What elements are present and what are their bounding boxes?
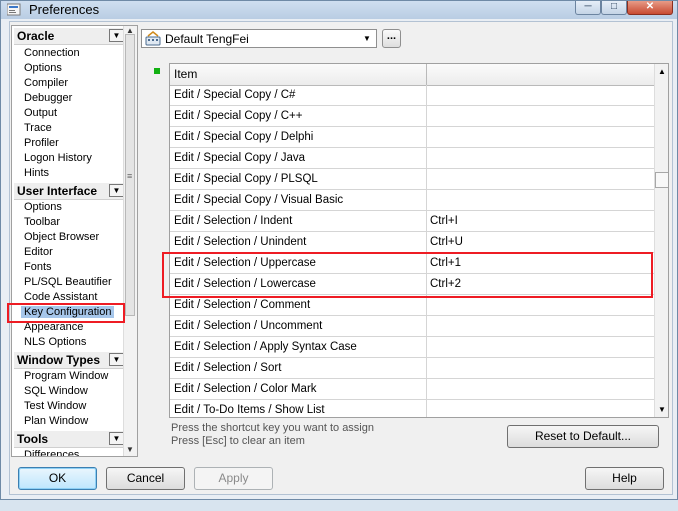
column-header-item[interactable]: Item [174, 67, 197, 81]
profile-select[interactable]: Default TengFei ▼ [141, 29, 377, 48]
cell-item: Edit / Selection / Unindent [174, 236, 307, 248]
nav-group-label: Window Types [17, 353, 101, 367]
table-scrollbar[interactable]: ▲ ▼ [654, 64, 668, 417]
table-row[interactable]: Edit / Selection / Sort [170, 358, 654, 379]
table-row[interactable]: Edit / Special Copy / Visual Basic [170, 190, 654, 211]
preferences-nav[interactable]: Oracle ▼ Connection Options Compiler Deb… [11, 25, 138, 457]
table-row[interactable]: Edit / Special Copy / Delphi [170, 127, 654, 148]
nav-item-options[interactable]: Options [24, 62, 62, 74]
nav-item-output[interactable]: Output [24, 107, 57, 119]
nav-item-hints[interactable]: Hints [24, 167, 49, 179]
cancel-button[interactable]: Cancel [106, 467, 185, 490]
table-row[interactable]: Edit / Special Copy / C# [170, 85, 654, 106]
nav-item-object-browser[interactable]: Object Browser [24, 231, 99, 243]
cell-shortcut[interactable]: Ctrl+I [430, 215, 458, 227]
preferences-window: Preferences ─ □ ✕ Oracle ▼ Connection Op… [0, 0, 678, 500]
reset-to-default-button[interactable]: Reset to Default... [507, 425, 659, 448]
nav-scrollbar[interactable]: ▲ ≡ ▼ [123, 26, 137, 456]
profile-select-value: Default TengFei [165, 32, 249, 46]
nav-item-profiler[interactable]: Profiler [24, 137, 59, 149]
table-header: Item [170, 64, 654, 86]
cell-item: Edit / Special Copy / C# [174, 89, 296, 101]
hint-clear: Press [Esc] to clear an item [171, 435, 305, 447]
nav-item-plan-window[interactable]: Plan Window [24, 415, 88, 427]
apply-button[interactable]: Apply [194, 467, 273, 490]
grip-icon: ≡ [127, 171, 133, 181]
chevron-down-icon[interactable]: ▼ [109, 353, 124, 366]
key-config-table[interactable]: Item Edit / Special Copy / C# Edit / Spec… [169, 63, 669, 418]
chevron-down-icon[interactable]: ▼ [109, 184, 124, 197]
cell-item: Edit / Selection / Indent [174, 215, 293, 227]
maximize-button[interactable]: □ [601, 1, 627, 15]
nav-group-oracle[interactable]: Oracle ▼ [14, 28, 124, 45]
table-row[interactable]: Edit / Special Copy / PLSQL [170, 169, 654, 190]
ok-button[interactable]: OK [18, 467, 97, 490]
nav-item-program-window[interactable]: Program Window [24, 370, 108, 382]
nav-item-nls-options[interactable]: NLS Options [24, 336, 86, 348]
nav-item-code-assistant[interactable]: Code Assistant [24, 291, 97, 303]
background-app-strip [0, 500, 678, 511]
nav-group-label: Oracle [17, 29, 55, 43]
chevron-down-icon[interactable]: ▼ [109, 432, 124, 445]
nav-item-logon-history[interactable]: Logon History [24, 152, 92, 164]
hint-assign: Press the shortcut key you want to assig… [171, 422, 374, 434]
nav-item-differences[interactable]: Differences [24, 449, 79, 456]
cell-item: Edit / Special Copy / Java [174, 152, 306, 164]
app-icon [7, 3, 21, 16]
nav-item-trace[interactable]: Trace [24, 122, 52, 134]
cell-item: Edit / Selection / Uncomment [174, 320, 323, 332]
table-row[interactable]: Edit / Selection / Unindent Ctrl+U [170, 232, 654, 253]
close-button[interactable]: ✕ [627, 1, 673, 15]
nav-item-ui-options[interactable]: Options [24, 201, 62, 213]
cell-shortcut[interactable]: Ctrl+U [430, 236, 463, 248]
table-row[interactable]: Edit / Selection / Comment [170, 295, 654, 316]
nav-item-fonts[interactable]: Fonts [24, 261, 52, 273]
nav-item-toolbar[interactable]: Toolbar [24, 216, 60, 228]
nav-item-sql-window[interactable]: SQL Window [24, 385, 88, 397]
chevron-down-icon[interactable]: ▼ [109, 29, 124, 42]
nav-highlight-box [7, 303, 125, 323]
cell-item: Edit / Selection / Color Mark [174, 383, 317, 395]
nav-group-label: User Interface [17, 184, 98, 198]
nav-item-plsql-beautifier[interactable]: PL/SQL Beautifier [24, 276, 112, 288]
nav-group-label: Tools [17, 432, 49, 446]
help-button[interactable]: Help [585, 467, 664, 490]
nav-group-window-types[interactable]: Window Types ▼ [14, 352, 124, 369]
chevron-down-icon[interactable]: ▼ [360, 30, 374, 47]
scroll-down-icon[interactable]: ▼ [126, 445, 134, 454]
cell-item: Edit / Special Copy / C++ [174, 110, 303, 122]
title-bar[interactable]: Preferences ─ □ ✕ [1, 1, 677, 19]
table-row[interactable]: Edit / Selection / Indent Ctrl+I [170, 211, 654, 232]
nav-item-editor[interactable]: Editor [24, 246, 53, 258]
nav-group-user-interface[interactable]: User Interface ▼ [14, 183, 124, 200]
scroll-up-icon[interactable]: ▲ [658, 67, 666, 76]
profile-more-button[interactable]: ... [382, 29, 401, 48]
nav-item-compiler[interactable]: Compiler [24, 77, 68, 89]
nav-item-test-window[interactable]: Test Window [24, 400, 86, 412]
minimize-button[interactable]: ─ [575, 1, 601, 15]
cell-item: Edit / Special Copy / Visual Basic [174, 194, 344, 206]
row-highlight-box [162, 252, 653, 298]
cell-item: Edit / Special Copy / Delphi [174, 131, 314, 143]
table-row[interactable]: Edit / Selection / Color Mark [170, 379, 654, 400]
nav-item-debugger[interactable]: Debugger [24, 92, 72, 104]
cell-item: Edit / Selection / Apply Syntax Case [174, 341, 357, 353]
table-row[interactable]: Edit / Selection / Apply Syntax Case [170, 337, 654, 358]
table-row[interactable]: Edit / Selection / Uncomment [170, 316, 654, 337]
nav-group-tools[interactable]: Tools ▼ [14, 431, 124, 448]
scroll-thumb[interactable] [655, 172, 668, 188]
table-row[interactable]: Edit / To-Do Items / Show List [170, 400, 654, 417]
cell-item: Edit / To-Do Items / Show List [174, 404, 325, 416]
cell-item: Edit / Selection / Comment [174, 299, 311, 311]
table-row[interactable]: Edit / Special Copy / Java [170, 148, 654, 169]
cell-item: Edit / Selection / Sort [174, 362, 282, 374]
nav-item-connection[interactable]: Connection [24, 47, 80, 59]
keyboard-icon [145, 31, 161, 46]
table-row[interactable]: Edit / Special Copy / C++ [170, 106, 654, 127]
cell-item: Edit / Special Copy / PLSQL [174, 173, 318, 185]
scroll-down-icon[interactable]: ▼ [658, 405, 666, 414]
status-indicator [154, 68, 160, 74]
window-title: Preferences [29, 2, 100, 17]
